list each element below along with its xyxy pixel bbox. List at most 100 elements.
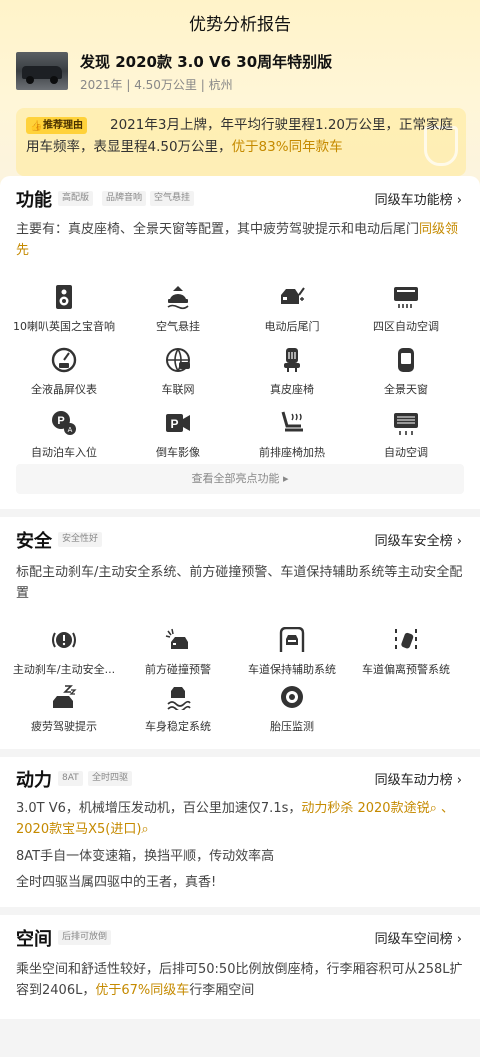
power-line-2: 8AT手自一体变速箱，换挡平顺，传动效率高 [16, 849, 275, 864]
space-desc: 乘坐空间和舒适性较好，后排可50:50比例放倒座椅，行李厢容积可从258L扩容到… [16, 962, 463, 998]
auto-parking-icon: PA [52, 411, 76, 435]
feature-label: 主动刹车/主动安全... [12, 663, 116, 676]
power-line-1: 3.0T V6，机械增压发动机，百公里加速仅7.1s，动力秒杀 2020款途锐⌕… [16, 801, 454, 837]
feature-label: 车道保持辅助系统 [248, 663, 336, 676]
safety-header: 安全 安全性好 同级车安全榜 › [16, 527, 466, 557]
function-rank-link[interactable]: 同级车功能榜 › [375, 189, 462, 208]
car-summary[interactable]: 发现 2020款 3.0 V6 30周年特别版 2021年 | 4.50万公里 … [16, 52, 466, 94]
feature-label: 车道偏离预警系统 [362, 663, 450, 676]
power-line-3: 全时四驱当属四驱中的王者，真香! [16, 875, 217, 890]
feature-item[interactable]: 真皮座椅 [232, 347, 352, 405]
feature-label: 自动泊车入位 [31, 446, 97, 459]
lane-departure-icon [395, 629, 417, 649]
tag: 空气悬挂 [150, 191, 195, 206]
fatigue-icon [53, 685, 77, 708]
space-header: 空间 后排可放倒 同级车空间榜 › [16, 925, 466, 955]
speaker-icon [56, 285, 72, 309]
feature-item[interactable]: 胎压监测 [232, 684, 352, 742]
feature-label: 真皮座椅 [270, 383, 314, 396]
function-header: 功能 高配版 品牌音响 空气悬挂 同级车功能榜 › [16, 186, 466, 216]
lane-keep-icon [279, 627, 305, 652]
collision-warning-icon [165, 628, 188, 649]
leather-seat-icon [284, 348, 300, 372]
tag: 后排可放倒 [58, 930, 112, 945]
section-title: 功能 [16, 190, 52, 211]
power-card: 动力 8AT 全时四驱 同级车动力榜 › 3.0T V6，机械增压发动机，百公里… [0, 757, 480, 907]
seat-heating-icon [281, 411, 303, 432]
feature-item[interactable]: 空气悬挂 [118, 284, 238, 342]
feature-label: 前方碰撞预警 [145, 663, 211, 676]
section-title: 安全 [16, 531, 52, 552]
feature-label: 四区自动空调 [373, 320, 439, 333]
connected-car-icon [166, 348, 190, 372]
feature-item[interactable]: 主动刹车/主动安全... [4, 627, 124, 685]
tag: 品牌音响 [102, 191, 147, 206]
view-all-features-button[interactable]: 查看全部亮点功能 ▸ [16, 464, 464, 494]
feature-label: 胎压监测 [270, 720, 314, 733]
space-rank-link[interactable]: 同级车空间榜 › [375, 928, 462, 947]
feature-item[interactable]: 车身稳定系统 [118, 684, 238, 742]
safety-desc: 标配主动刹车/主动安全系统、前方碰撞预警、车道保持辅助系统等主动安全配置 [16, 565, 463, 601]
feature-label: 倒车影像 [156, 446, 200, 459]
feature-item[interactable]: PA 自动泊车入位 [4, 410, 124, 468]
section-title: 空间 [16, 929, 52, 950]
feature-label: 全液晶屏仪表 [31, 383, 97, 396]
search-icon: ⌕ 、 [429, 801, 454, 816]
search-icon: ⌕ [141, 822, 149, 837]
feature-label: 自动空调 [384, 446, 428, 459]
stability-icon [167, 687, 191, 710]
compare-link-x5[interactable]: 2020款宝马X5(进口) [16, 822, 141, 837]
feature-item[interactable]: 前方碰撞预警 [118, 627, 238, 685]
power-header: 动力 8AT 全时四驱 同级车动力榜 › [16, 766, 466, 796]
feature-item[interactable]: 疲劳驾驶提示 [4, 684, 124, 742]
brake-warning-icon [52, 632, 76, 648]
feature-item[interactable]: 10喇叭英国之宝音响 [4, 284, 124, 342]
feature-item[interactable]: 四区自动空调 [346, 284, 466, 342]
feature-item[interactable]: 前排座椅加热 [232, 410, 352, 468]
space-card: 空间 后排可放倒 同级车空间榜 › 乘坐空间和舒适性较好，后排可50:50比例放… [0, 915, 480, 1019]
power-rank-link[interactable]: 同级车动力榜 › [375, 769, 462, 788]
tag: 安全性好 [58, 532, 103, 547]
safety-rank-link[interactable]: 同级车安全榜 › [375, 530, 462, 549]
feature-item[interactable]: 自动空调 [346, 410, 466, 468]
feature-label: 空气悬挂 [156, 320, 200, 333]
svg-text:P: P [170, 417, 178, 431]
thumb-up-icon: 👍 [30, 121, 43, 132]
tag: 高配版 [58, 191, 94, 206]
svg-text:P: P [57, 415, 64, 427]
feature-item[interactable]: 全液晶屏仪表 [4, 347, 124, 405]
tag: 8AT [58, 771, 83, 786]
section-title: 动力 [16, 770, 52, 791]
feature-label: 前排座椅加热 [259, 446, 325, 459]
function-card: 功能 高配版 品牌音响 空气悬挂 同级车功能榜 › 主要有：真皮座椅、全景天窗等… [0, 176, 480, 509]
compare-link-touareg[interactable]: 动力秒杀 2020款途锐 [301, 801, 429, 816]
reverse-camera-icon: P [166, 414, 190, 432]
reason-text: 2021年3月上牌，年平均行驶里程1.20万公里，正常家庭用车频率，表显里程4.… [26, 117, 454, 155]
feature-item[interactable]: 全景天窗 [346, 347, 466, 405]
power-tailgate-icon [281, 287, 305, 304]
feature-label: 车联网 [161, 383, 195, 396]
feature-item[interactable]: 电动后尾门 [232, 284, 352, 342]
tag: 全时四驱 [88, 771, 133, 786]
climate-control-icon [394, 287, 418, 308]
feature-label: 电动后尾门 [264, 320, 320, 333]
svg-text:A: A [68, 427, 73, 434]
feature-item[interactable]: 车道偏离预警系统 [346, 627, 466, 685]
car-name: 发现 2020款 3.0 V6 30周年特别版 [80, 53, 333, 71]
lcd-dashboard-icon [51, 347, 77, 373]
feature-label: 车身稳定系统 [145, 720, 211, 733]
feature-label: 10喇叭英国之宝音响 [13, 320, 115, 333]
feature-label: 全景天窗 [384, 383, 428, 396]
feature-label: 疲劳驾驶提示 [31, 720, 97, 733]
car-thumbnail [16, 52, 68, 90]
tire-pressure-icon [281, 686, 303, 708]
feature-item[interactable]: P 倒车影像 [118, 410, 238, 468]
feature-item[interactable]: 车联网 [118, 347, 238, 405]
feature-item[interactable]: 车道保持辅助系统 [232, 627, 352, 685]
air-suspension-icon [167, 286, 189, 310]
recommend-reason: 2021年3月上牌，年平均行驶里程1.20万公里，正常家庭用车频率，表显里程4.… [16, 108, 466, 176]
function-desc: 主要有：真皮座椅、全景天窗等配置，其中疲劳驾驶提示和电动后尾门同级领先 [16, 222, 459, 258]
page-title: 优势分析报告 [189, 15, 291, 35]
reason-badge: 👍 推荐理由 [26, 117, 87, 134]
car-meta: 2021年 | 4.50万公里 | 杭州 [80, 78, 233, 92]
